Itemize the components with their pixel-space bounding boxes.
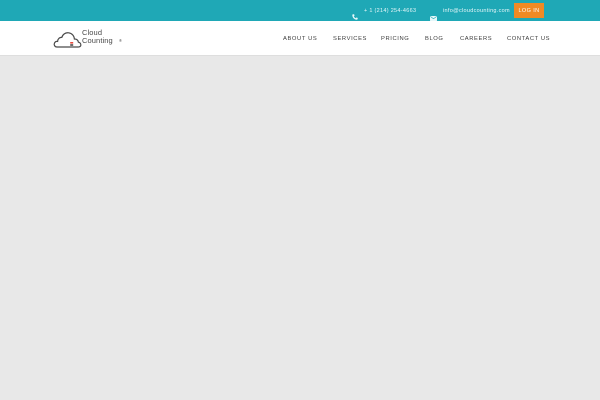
nav-careers[interactable]: CAREERS xyxy=(460,21,492,56)
registered-mark: ® xyxy=(119,38,122,43)
logo-wordmark: Cloud Counting xyxy=(82,29,113,45)
phone-number[interactable]: + 1 (214) 254-4663 xyxy=(364,0,416,21)
nav-about-us[interactable]: ABOUT US xyxy=(283,21,317,56)
top-bar: + 1 (214) 254-4663 info@cloudcounting.co… xyxy=(0,0,600,21)
login-button[interactable]: LOG IN xyxy=(514,3,544,18)
main-content-area xyxy=(0,56,600,400)
phone-icon xyxy=(352,7,358,20)
site-logo[interactable]: Cloud Counting ® xyxy=(53,29,125,51)
logo-line-2: Counting xyxy=(82,36,113,45)
envelope-icon xyxy=(430,8,437,21)
cloud-logo-icon xyxy=(53,31,83,49)
email-link[interactable]: info@cloudcounting.com xyxy=(443,0,510,21)
nav-pricing[interactable]: PRICING xyxy=(381,21,409,56)
nav-services[interactable]: SERVICES xyxy=(333,21,367,56)
nav-contact-us[interactable]: CONTACT US xyxy=(507,21,550,56)
main-navbar: Cloud Counting ® ABOUT US SERVICES PRICI… xyxy=(0,21,600,56)
nav-blog[interactable]: BLOG xyxy=(425,21,444,56)
